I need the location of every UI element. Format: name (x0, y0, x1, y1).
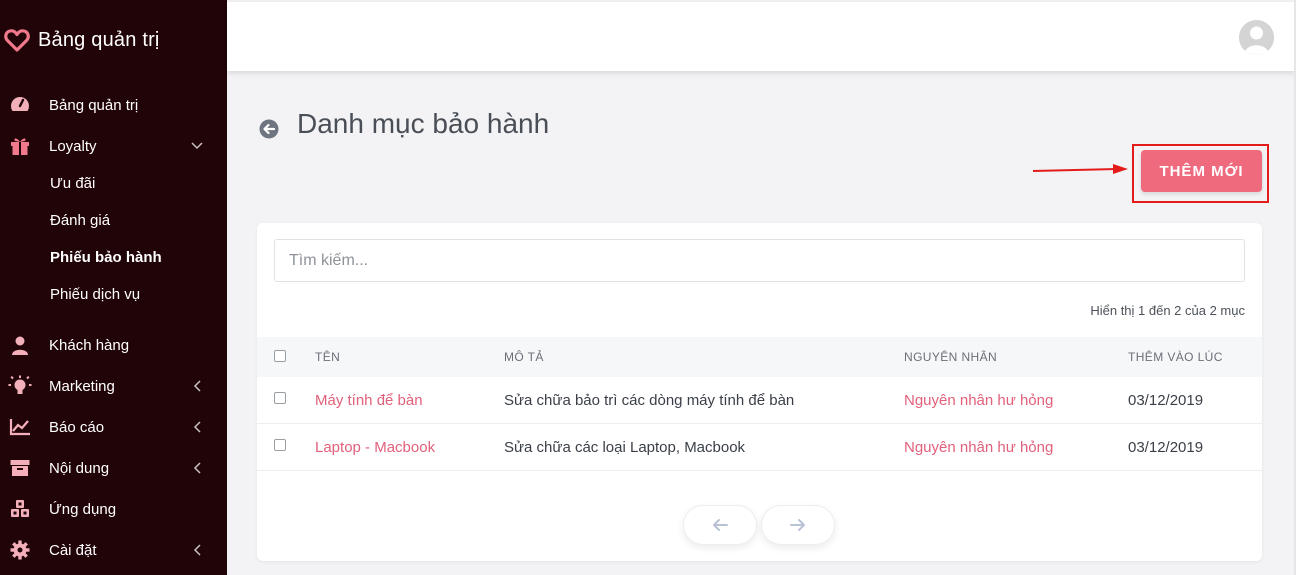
next-page-button[interactable] (761, 505, 835, 545)
sidebar-item-label: Ứng dụng (49, 500, 117, 518)
sidebar: Bảng quản trị Bảng quản trị Loyalty Ưu đ… (0, 0, 227, 575)
brand[interactable]: Bảng quản trị (4, 26, 160, 54)
sidebar-item-label: Bảng quản trị (49, 96, 139, 114)
arrow-right-icon (790, 519, 805, 531)
row-added-at: 03/12/2019 (1128, 439, 1204, 456)
sidebar-item-label: Báo cáo (49, 418, 105, 436)
chevron-left-icon (188, 459, 206, 477)
arrow-left-icon (713, 519, 728, 531)
sidebar-item-label: Khách hàng (49, 336, 130, 354)
sidebar-item-reports[interactable]: Báo cáo (0, 413, 227, 441)
table-row: Máy tính để bàn Sửa chữa bảo trì các dòn… (257, 377, 1262, 424)
row-name-link[interactable]: Laptop - Macbook (315, 439, 435, 456)
pagination-info: Hiển thị 1 đến 2 của 2 mục (1090, 303, 1245, 318)
cubes-icon (8, 498, 32, 520)
brand-title: Bảng quản trị (38, 28, 160, 51)
column-header-name[interactable]: TÊN (315, 350, 340, 364)
avatar-icon (1239, 20, 1274, 55)
dashboard-icon (8, 94, 32, 116)
prev-page-button[interactable] (683, 505, 757, 545)
top-bar (227, 2, 1296, 71)
sidebar-item-label: Nội dung (49, 459, 110, 477)
user-avatar[interactable] (1239, 20, 1274, 55)
sidebar-subitem-service[interactable]: Phiếu dịch vụ (50, 283, 140, 305)
sidebar-subitem-offers[interactable]: Ưu đãi (50, 172, 95, 194)
sidebar-item-apps[interactable]: Ứng dụng (0, 495, 227, 523)
back-arrow-icon[interactable] (259, 119, 279, 139)
sidebar-item-dashboard[interactable]: Bảng quản trị (0, 91, 227, 119)
heart-logo-icon (4, 29, 30, 52)
annotation-arrow (1033, 164, 1128, 174)
chart-icon (8, 416, 32, 438)
chevron-left-icon (188, 377, 206, 395)
sidebar-item-content[interactable]: Nội dung (0, 454, 227, 482)
column-header-cause[interactable]: NGUYÊN NHÂN (904, 350, 997, 364)
row-description: Sửa chữa các loại Laptop, Macbook (504, 439, 746, 456)
chevron-left-icon (188, 541, 206, 559)
table-row: Laptop - Macbook Sửa chữa các loại Lapto… (257, 424, 1262, 471)
sidebar-subitem-reviews[interactable]: Đánh giá (50, 209, 110, 231)
row-cause-link[interactable]: Nguyên nhân hư hỏng (904, 392, 1053, 409)
sidebar-item-settings[interactable]: Cài đặt (0, 536, 227, 564)
row-checkbox[interactable] (274, 439, 286, 451)
search-input[interactable] (274, 239, 1245, 282)
chevron-left-icon (188, 418, 206, 436)
row-description: Sửa chữa bảo trì các dòng máy tính để bà… (504, 392, 795, 409)
archive-icon (8, 457, 32, 479)
sidebar-item-label: Marketing (49, 377, 115, 395)
row-name-link[interactable]: Máy tính để bàn (315, 392, 423, 409)
sidebar-item-label: Loyalty (49, 137, 97, 155)
sidebar-item-label: Cài đặt (49, 541, 97, 559)
row-cause-link[interactable]: Nguyên nhân hư hỏng (904, 439, 1053, 456)
user-icon (8, 334, 32, 356)
page-title: Danh mục bảo hành (297, 108, 550, 139)
column-header-description[interactable]: MÔ TẢ (504, 350, 544, 364)
select-all-checkbox[interactable] (274, 350, 286, 362)
column-header-added-at[interactable]: THÊM VÀO LÚC (1128, 350, 1223, 364)
chevron-down-icon (188, 137, 206, 155)
sidebar-item-marketing[interactable]: Marketing (0, 372, 227, 400)
sidebar-item-customers[interactable]: Khách hàng (0, 331, 227, 359)
row-checkbox[interactable] (274, 392, 286, 404)
gift-icon (8, 135, 32, 157)
warranty-table-card: Hiển thị 1 đến 2 của 2 mục TÊN MÔ TẢ NGU… (257, 223, 1262, 561)
sidebar-subitem-warranty[interactable]: Phiếu bảo hành (50, 246, 162, 268)
gear-icon (8, 539, 32, 561)
table-header: TÊN MÔ TẢ NGUYÊN NHÂN THÊM VÀO LÚC (257, 337, 1262, 377)
bulb-icon (8, 375, 32, 397)
sidebar-item-loyalty[interactable]: Loyalty (0, 132, 227, 160)
row-added-at: 03/12/2019 (1128, 392, 1204, 409)
add-new-button[interactable]: THÊM MỚI (1141, 150, 1262, 192)
